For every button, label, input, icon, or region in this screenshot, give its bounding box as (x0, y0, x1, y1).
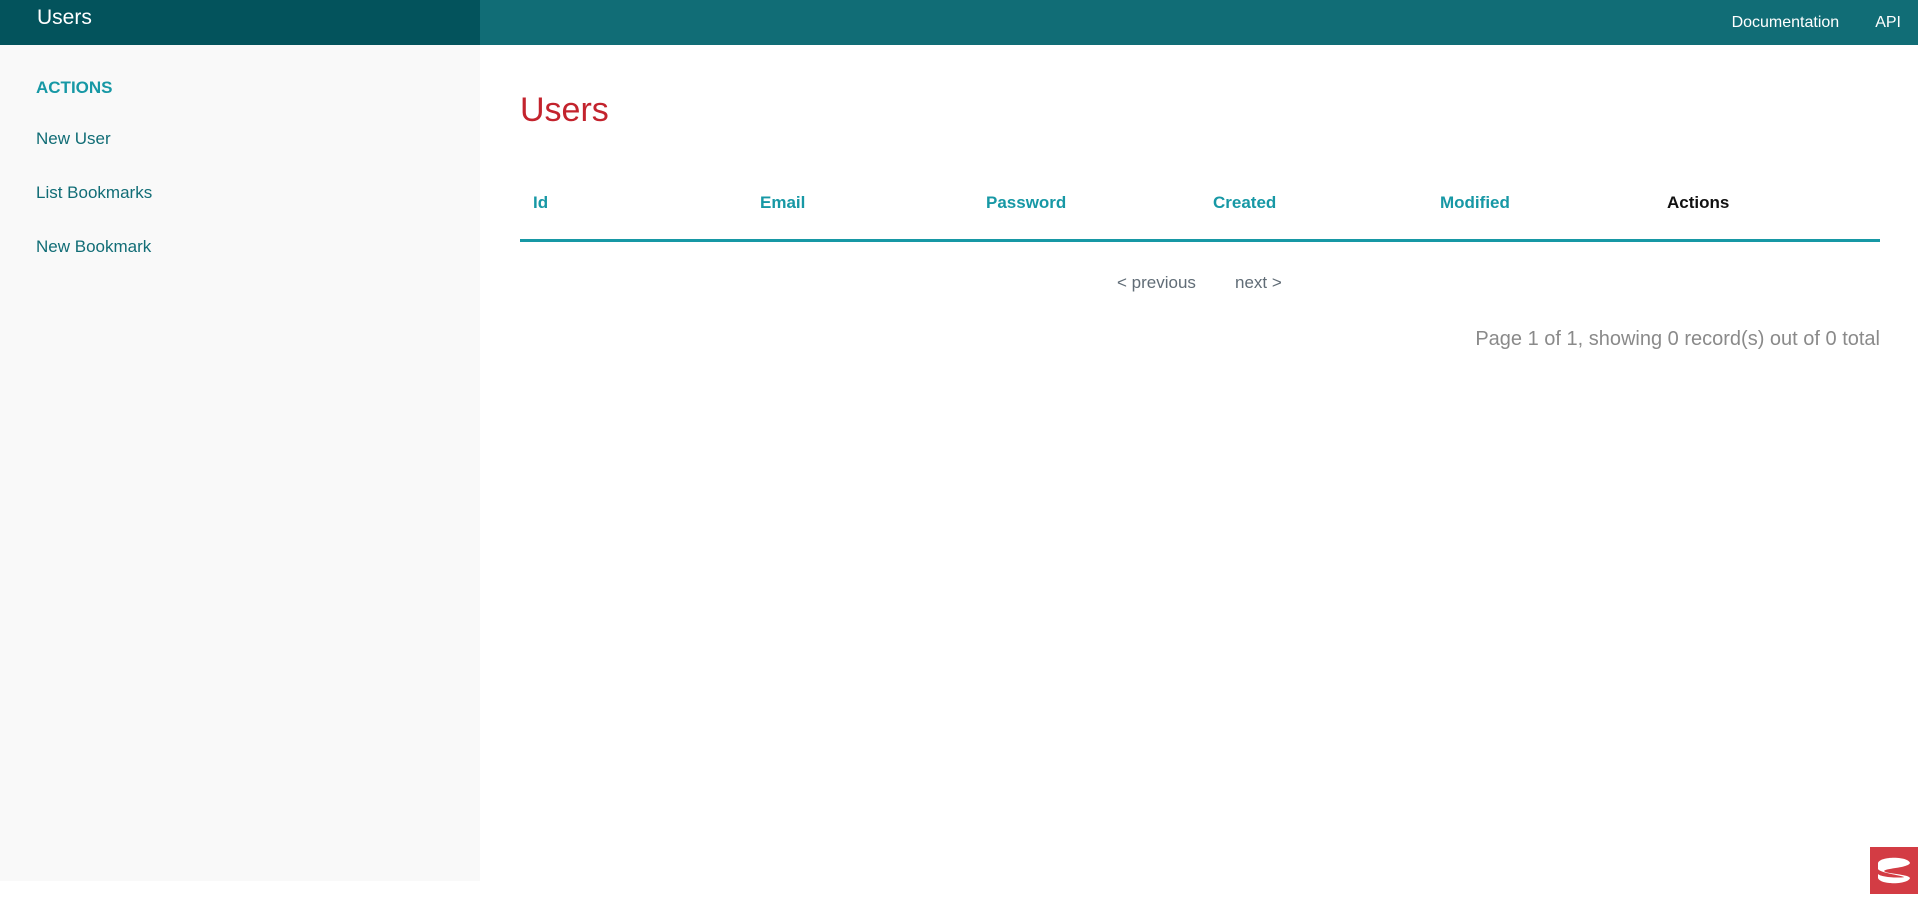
users-table-header: Id Email Password Created Modified Actio… (520, 176, 1880, 242)
pagination-counter: Page 1 of 1, showing 0 record(s) out of … (1475, 328, 1880, 350)
top-navbar: Users Documentation API (0, 0, 1918, 45)
sidebar-heading-actions: ACTIONS (36, 78, 113, 97)
cakephp-logo-icon-svg (1878, 857, 1910, 884)
documentation-link[interactable]: Documentation (1732, 14, 1840, 32)
column-header-password[interactable]: Password (986, 193, 1066, 213)
app-title-link[interactable]: Users (37, 7, 92, 29)
column-header-id[interactable]: Id (533, 193, 548, 213)
column-header-modified[interactable]: Modified (1440, 193, 1510, 213)
topbar-links: Documentation API (1732, 0, 1918, 45)
sidebar-item-new-user[interactable]: New User (36, 129, 111, 149)
topbar-title-area: Users (0, 0, 480, 45)
pagination-next-link[interactable]: next > (1235, 273, 1282, 293)
cakephp-logo-icon[interactable] (1870, 847, 1918, 894)
sidebar-item-new-bookmark[interactable]: New Bookmark (36, 237, 151, 257)
api-link[interactable]: API (1875, 14, 1901, 32)
column-header-email[interactable]: Email (760, 193, 805, 213)
column-header-actions: Actions (1667, 193, 1730, 212)
pagination-previous-link[interactable]: < previous (1117, 273, 1196, 293)
column-header-created[interactable]: Created (1213, 193, 1276, 213)
sidebar: ACTIONS New User List Bookmarks New Book… (0, 45, 480, 881)
page-title: Users (520, 91, 609, 129)
sidebar-item-list-bookmarks[interactable]: List Bookmarks (36, 183, 152, 203)
